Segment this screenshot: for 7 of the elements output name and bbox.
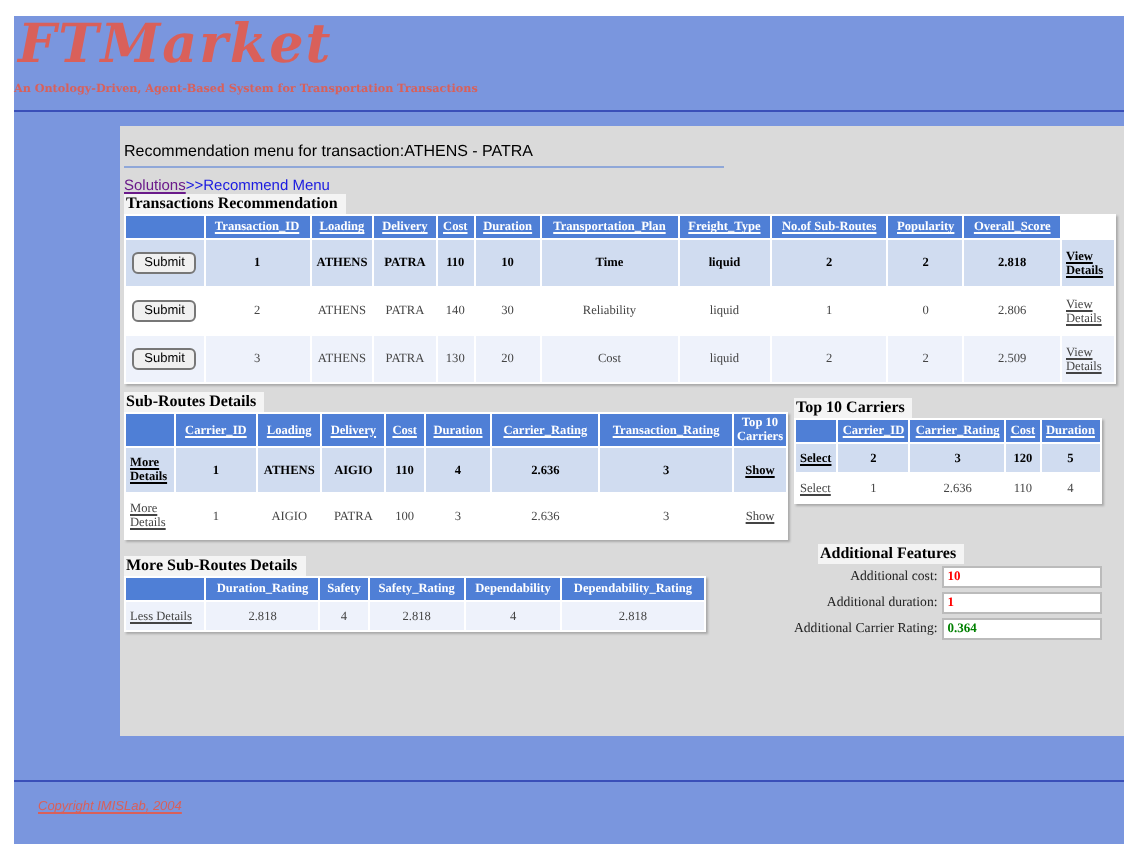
section-title: More Sub-Routes Details (124, 556, 306, 576)
section-title: Transactions Recommendation (124, 194, 346, 214)
section-title: Additional Features (818, 544, 965, 564)
page-heading: Recommendation menu for transaction:ATHENS - PATRA (124, 140, 534, 162)
section-title: Sub-Routes Details (124, 392, 265, 412)
section-title: Top 10 Carriers (794, 398, 913, 418)
site-logo: FTMarket (14, 16, 333, 76)
